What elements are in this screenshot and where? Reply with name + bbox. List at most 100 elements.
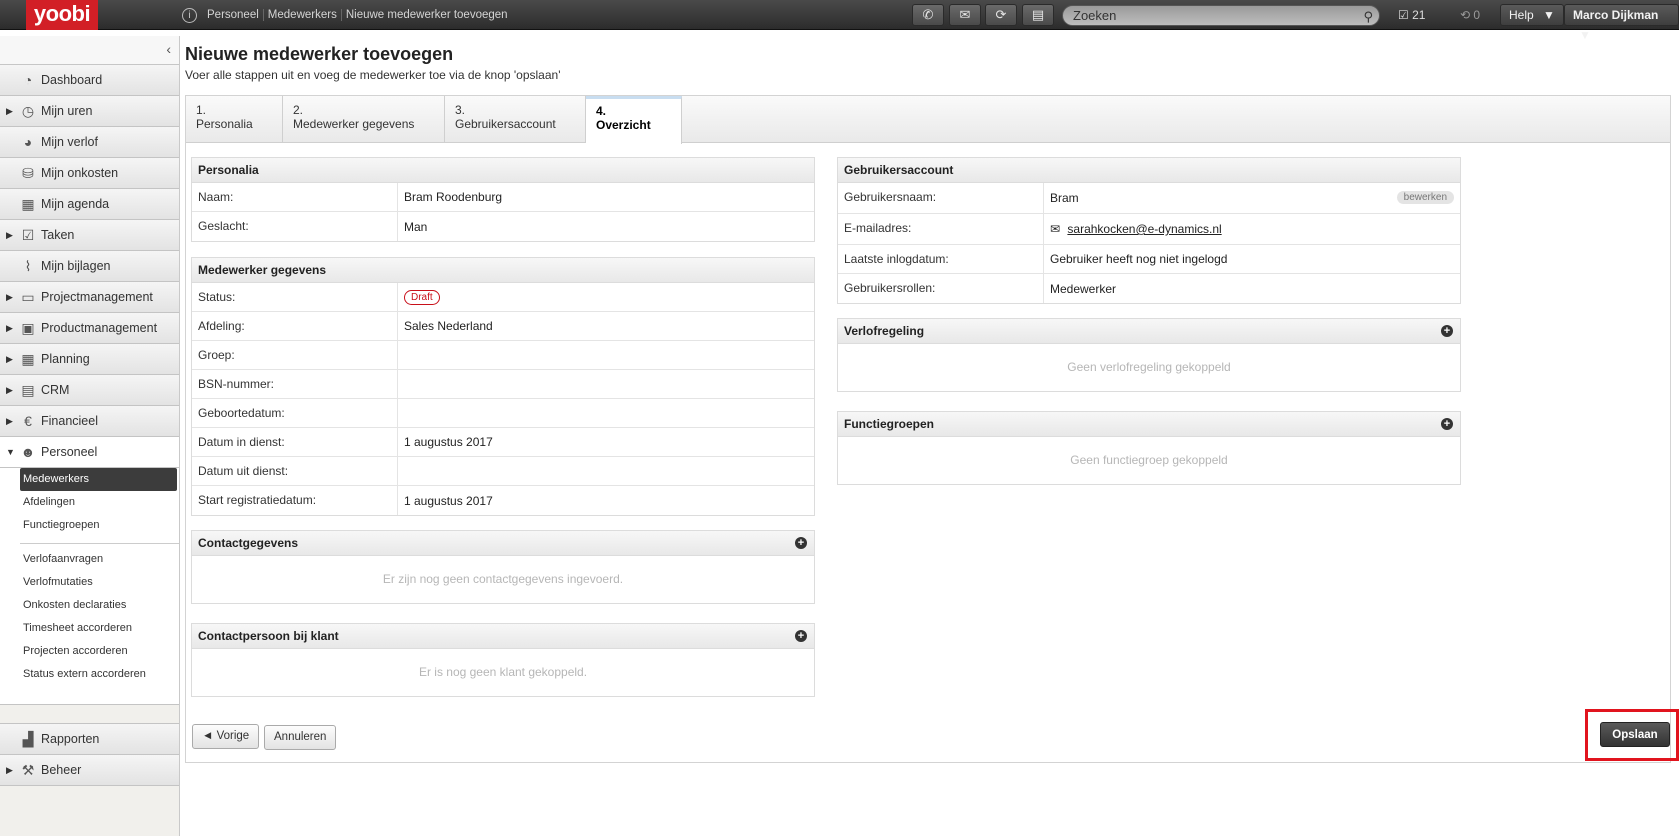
save-button[interactable]: Opslaan [1600, 722, 1670, 747]
app-logo[interactable]: yoobi [26, 0, 98, 30]
sidebar-item-productmanagement[interactable]: ▶ ▣ Productmanagement [0, 313, 179, 344]
field-value: Gebruiker heeft nog niet ingelogd [1050, 252, 1228, 266]
empty-message: Er zijn nog geen contactgegevens ingevoe… [382, 572, 624, 586]
panel-header: Functiegroepen + [838, 412, 1460, 437]
sidebar-item-dashboard[interactable]: ◔ Dashboard [0, 65, 179, 96]
info-icon[interactable]: i [182, 7, 197, 23]
expand-icon[interactable]: ▶ [6, 106, 13, 117]
field-label: E-mailadres: [838, 214, 1044, 244]
subnav-verlofmutaties[interactable]: Verlofmutaties [0, 571, 179, 594]
expand-icon[interactable]: ▶ [6, 416, 13, 427]
clock-icon: ◷ [21, 103, 35, 119]
subnav-onkosten-declaraties[interactable]: Onkosten declaraties [0, 594, 179, 617]
phone-button[interactable]: ✆ [912, 4, 944, 26]
subnav-timesheet-accorderen[interactable]: Timesheet accorderen [0, 617, 179, 640]
breadcrumb-personeel[interactable]: Personeel [203, 9, 263, 21]
breadcrumb-medewerkers[interactable]: Medewerkers [262, 9, 341, 21]
page-title: Nieuwe medewerker toevoegen [185, 44, 454, 64]
collapse-icon[interactable]: ▼ [6, 447, 15, 457]
sidebar-item-mijn-agenda[interactable]: ▦ Mijn agenda [0, 189, 179, 220]
panel-title: Contactpersoon bij klant [198, 629, 339, 643]
detail-row: Status: Draft [192, 283, 814, 312]
paperclip-icon: ⌇ [24, 258, 32, 274]
tab-number: 4. [596, 104, 607, 118]
sidebar-item-planning[interactable]: ▶ ▦ Planning [0, 344, 179, 375]
add-icon[interactable]: + [795, 537, 807, 549]
sidebar-item-label: Mijn onkosten [41, 166, 119, 180]
tab-overzicht[interactable]: 4. Overzicht [586, 96, 682, 144]
subnav-verlofaanvragen[interactable]: Verlofaanvragen [0, 548, 179, 571]
refresh-button[interactable]: ⟳ [985, 4, 1017, 26]
add-icon[interactable]: + [1441, 418, 1453, 430]
tab-medewerker-gegevens[interactable]: 2. Medewerker gegevens [283, 96, 445, 143]
cancel-button[interactable]: Annuleren [264, 725, 337, 750]
sidebar-item-mijn-uren[interactable]: ▶ ◷ Mijn uren [0, 96, 179, 127]
sidebar-item-rapporten[interactable]: ▟ Rapporten [0, 724, 179, 755]
chevron-left-icon: ‹ [166, 41, 171, 57]
sidebar-item-label: Mijn agenda [41, 197, 110, 211]
tab-personalia[interactable]: 1. Personalia [186, 96, 283, 143]
sidebar-item-crm[interactable]: ▶ ▤ CRM [0, 375, 179, 406]
expand-icon[interactable]: ▶ [6, 323, 13, 334]
sidebar-item-personeel[interactable]: ▼ ☻ Personeel [0, 437, 179, 468]
help-dropdown[interactable]: Help ▼ [1500, 4, 1564, 26]
expand-icon[interactable]: ▶ [6, 385, 13, 396]
empty-message: Geen verlofregeling gekoppeld [1067, 360, 1231, 374]
verlofregeling-panel: Verlofregeling + Geen verlofregeling gek… [837, 318, 1461, 392]
sidebar-item-financieel[interactable]: ▶ € Financieel [0, 406, 179, 437]
sync-indicator[interactable]: ⟲ 0 [1460, 0, 1480, 30]
sidebar-collapse[interactable]: ‹ [0, 36, 179, 65]
sidebar-item-projectmanagement[interactable]: ▶ ▭ Projectmanagement [0, 282, 179, 313]
previous-button[interactable]: ◄ Vorige [192, 724, 260, 749]
tasks-indicator[interactable]: ☑ 21 [1398, 0, 1425, 30]
email-link[interactable]: sarahkocken@e-dynamics.nl [1067, 222, 1221, 236]
sidebar-item-taken[interactable]: ▶ ☑ Taken [0, 220, 179, 251]
field-label: Gebruikersnaam: [838, 183, 1044, 213]
functiegroepen-panel: Functiegroepen + Geen functiegroep gekop… [837, 411, 1461, 485]
chevron-down-icon: ▼ [1543, 8, 1555, 22]
field-label: Datum in dienst: [192, 428, 398, 456]
wizard: 1. Personalia 2. Medewerker gegevens 3. … [185, 95, 1671, 763]
sidebar-item-mijn-verlof[interactable]: ◕ Mijn verlof [0, 127, 179, 158]
sidebar-item-label: Personeel [41, 445, 98, 459]
subnav-medewerkers[interactable]: Medewerkers [20, 468, 177, 491]
sidebar-item-label: Mijn verlof [41, 135, 98, 149]
user-dropdown[interactable]: Marco Dijkman ▼ [1564, 4, 1679, 42]
tab-label: Medewerker gegevens [293, 117, 415, 131]
add-icon[interactable]: + [795, 630, 807, 642]
panel-header: Contactpersoon bij klant + [192, 624, 814, 649]
subnav-projecten-accorderen[interactable]: Projecten accorderen [0, 640, 179, 663]
search-input[interactable]: Zoeken ⚲ [1062, 5, 1380, 26]
expand-icon[interactable]: ▶ [6, 765, 13, 776]
field-label: Geslacht: [192, 212, 398, 241]
sidebar-item-mijn-onkosten[interactable]: ⛁ Mijn onkosten [0, 158, 179, 189]
envelope-icon: ✉ [1050, 222, 1061, 236]
field-label: Datum uit dienst: [192, 457, 398, 485]
tab-gebruikersaccount[interactable]: 3. Gebruikersaccount [445, 96, 586, 143]
subnav-status-extern-accorderen[interactable]: Status extern accorderen [0, 663, 179, 686]
mail-button[interactable]: ✉ [949, 4, 981, 26]
personalia-panel: Personalia Naam: Bram Roodenburg Geslach… [191, 157, 815, 242]
people-icon: ☻ [20, 444, 36, 460]
expand-icon[interactable]: ▶ [6, 230, 13, 241]
coins-icon: ⛁ [22, 165, 34, 181]
field-label: Status: [192, 283, 398, 311]
money-bag-icon: € [24, 413, 32, 429]
help-label: Help [1509, 8, 1534, 22]
empty-message: Geen functiegroep gekoppeld [1070, 453, 1228, 467]
sidebar-item-beheer[interactable]: ▶ ⚒ Beheer [0, 755, 179, 786]
contact-card-button[interactable]: ▤ [1022, 4, 1054, 26]
edit-button[interactable]: bewerken [1396, 191, 1454, 204]
sidebar-item-mijn-bijlagen[interactable]: ⌇ Mijn bijlagen [0, 251, 179, 282]
expand-icon[interactable]: ▶ [6, 354, 13, 365]
tasks-count: 21 [1412, 8, 1426, 22]
tab-label: Gebruikersaccount [455, 117, 556, 131]
subnav-functiegroepen[interactable]: Functiegroepen [0, 514, 179, 537]
piggy-bank-icon: ◕ [23, 134, 33, 150]
contactpersoon-panel: Contactpersoon bij klant + Er is nog gee… [191, 623, 815, 697]
add-icon[interactable]: + [1441, 325, 1453, 337]
search-icon[interactable]: ⚲ [1363, 7, 1373, 26]
expand-icon[interactable]: ▶ [6, 292, 13, 303]
subnav-afdelingen[interactable]: Afdelingen [0, 491, 179, 514]
calendar-icon: ▦ [21, 196, 35, 212]
